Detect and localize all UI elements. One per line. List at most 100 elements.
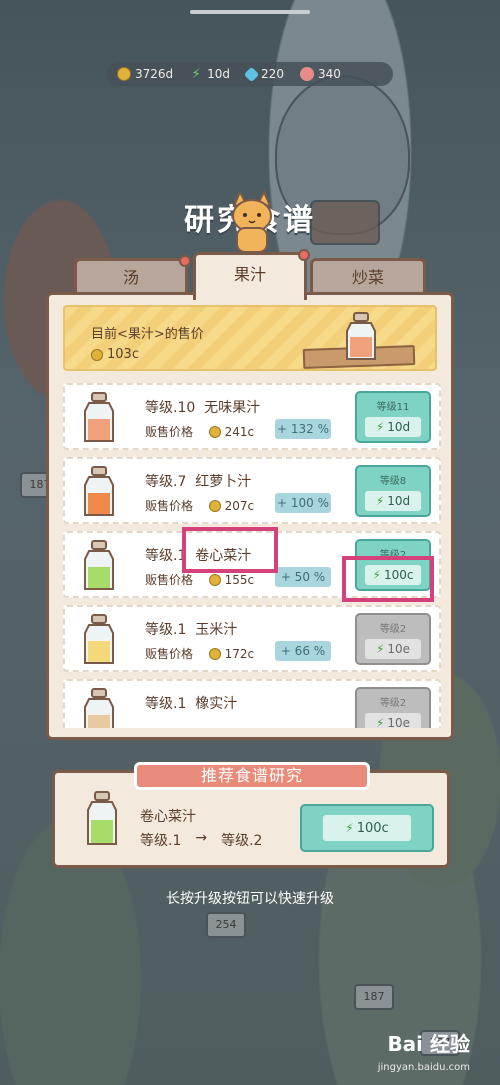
recipe-row: 等级.1 橡实汁 等级2 ⚡ 10e (63, 679, 441, 728)
lightning-icon: ⚡ (375, 716, 385, 728)
tab-juice[interactable]: 果汁 (193, 249, 310, 300)
recipe-panel: 目前<果汁>的售价 103c 等级.10 无味果汁 贩售价格 241c + 13… (46, 292, 454, 740)
upgrade-button-disabled[interactable]: 等级2 ⚡ 10e (355, 613, 431, 665)
recipe-row: 等级.1 玉米汁 贩售价格 172c + 66 % 等级2 ⚡ 10e (63, 605, 441, 672)
recommend-recipe-name: 卷心菜汁 (140, 809, 196, 825)
baidu-watermark-logo: Bai 经验 (387, 1032, 470, 1056)
coin-icon (208, 573, 221, 586)
recommend-from-level: 等级.1 (140, 833, 182, 849)
recipe-level: 等级.7 (145, 474, 187, 490)
upgrade-button-disabled[interactable]: 等级2 ⚡ 10e (355, 687, 431, 728)
upgrade-cost: ⚡ 10e (365, 713, 421, 728)
recipe-row: 等级.7 红萝卜汁 贩售价格 207c + 100 % 等级8 ⚡ 10d (63, 457, 441, 524)
recommend-level-change: 等级.1 → 等级.2 (140, 830, 262, 850)
sale-price: 贩售价格 241c (145, 423, 254, 440)
bonus-badge: + 50 % (275, 567, 331, 587)
next-level-label: 等级2 (379, 624, 407, 635)
upgrade-button[interactable]: 等级8 ⚡ 10d (355, 465, 431, 517)
upgrade-cost: ⚡ 10e (365, 639, 421, 659)
upgrade-cost-value: 10d (387, 420, 411, 434)
sale-amount: 172c (224, 646, 255, 661)
long-press-hint: 长按升级按钮可以快速升级 (166, 891, 334, 907)
notification-dot-icon (298, 249, 310, 261)
highlight-box-upgrade-cost (342, 556, 434, 602)
recipe-level: 等级.1 (145, 548, 187, 564)
juice-bottle-icon (84, 466, 114, 516)
coin-icon (117, 67, 131, 81)
recipe-name: 玉米汁 (195, 622, 238, 638)
recommend-header: 推荐食谱研究 (134, 762, 370, 790)
sale-price: 贩售价格 155c (145, 571, 254, 588)
energy-amount: 10d (207, 67, 231, 81)
recipe-title: 等级.1 橡实汁 (145, 693, 237, 713)
next-level-label: 等级8 (379, 476, 407, 487)
lightning-icon: ⚡ (375, 494, 385, 508)
notification-dot-icon (179, 255, 191, 267)
lightning-icon: ⚡ (375, 642, 385, 656)
bg-sign: 187 (354, 984, 394, 1010)
coin-counter: 3726d (117, 67, 173, 81)
upgrade-cost-value: 10e (387, 642, 411, 656)
recipe-name: 橡实汁 (195, 696, 238, 712)
currency-bar: 3726d ⚡ 10d 220 340 (107, 62, 393, 86)
juice-bottle-icon (84, 392, 114, 442)
brain-amount: 340 (317, 67, 341, 81)
sale-label: 贩售价格 (145, 425, 194, 439)
lightning-icon: ⚡ (345, 821, 354, 835)
watermark-url: jingyan.baidu.com (377, 1062, 470, 1073)
juice-bottle-icon (87, 791, 117, 845)
lightning-icon: ⚡ (191, 66, 201, 82)
energy-counter: ⚡ 10d (189, 67, 230, 82)
tab-label: 汤 (122, 268, 139, 287)
upgrade-button[interactable]: 等级11 ⚡ 10d (355, 391, 431, 443)
coin-icon (208, 647, 221, 660)
upgrade-cost: ⚡ 100c (323, 815, 411, 841)
sale-label: 贩售价格 (145, 647, 194, 661)
highlight-box-recipe-name (182, 527, 278, 573)
recipe-title: 等级.7 红萝卜汁 (145, 471, 251, 491)
recipe-level: 等级.10 (145, 400, 196, 416)
price-banner-label: 目前<果汁>的售价 (91, 327, 204, 342)
bonus-badge: + 100 % (275, 493, 331, 513)
upgrade-cost-value: 10e (387, 716, 411, 728)
upgrade-cost-value: 10d (387, 494, 411, 508)
price-banner-value: 103c (91, 347, 139, 362)
price-banner-amount: 103c (107, 347, 139, 362)
juice-bottle-icon (346, 312, 376, 360)
bg-sign: 254 (206, 912, 246, 938)
sale-label: 贩售价格 (145, 499, 194, 513)
sale-amount: 207c (224, 498, 255, 513)
brain-counter: 340 (299, 67, 341, 81)
arrow-right-icon: → (195, 830, 208, 846)
tab-label: 炒菜 (351, 268, 384, 287)
sale-amount: 155c (224, 572, 255, 587)
bonus-badge: + 132 % (275, 419, 331, 439)
sale-price: 贩售价格 207c (145, 497, 254, 514)
juice-bottle-icon (84, 614, 114, 664)
tab-label: 果汁 (233, 265, 266, 284)
recipe-name: 红萝卜汁 (195, 474, 252, 490)
sale-amount: 241c (224, 424, 255, 439)
home-indicator (190, 10, 310, 14)
recipe-title: 等级.10 无味果汁 (145, 397, 260, 417)
coin-icon (91, 348, 103, 361)
sale-price: 贩售价格 172c (145, 645, 254, 662)
next-level-label: 等级11 (376, 402, 410, 413)
current-price-banner: 目前<果汁>的售价 103c (63, 305, 437, 371)
upgrade-cost: ⚡ 10d (365, 491, 421, 511)
juice-bottle-icon (84, 540, 114, 590)
cat-mascot-icon (232, 190, 272, 252)
coin-icon (208, 499, 221, 512)
recipe-row: 等级.10 无味果汁 贩售价格 241c + 132 % 等级11 ⚡ 10d (63, 383, 441, 450)
coin-amount: 3726d (135, 67, 174, 81)
sale-label: 贩售价格 (145, 573, 194, 587)
upgrade-cost-value: 100c (356, 821, 389, 836)
lightning-icon: ⚡ (375, 420, 385, 434)
recipe-name: 无味果汁 (204, 400, 261, 416)
gem-icon (243, 66, 260, 82)
recipe-level: 等级.1 (145, 622, 187, 638)
recommend-upgrade-button[interactable]: ⚡ 100c (300, 804, 434, 852)
bonus-badge: + 66 % (275, 641, 331, 661)
gem-counter: 220 (243, 66, 284, 82)
recipe-level: 等级.1 (145, 696, 187, 712)
